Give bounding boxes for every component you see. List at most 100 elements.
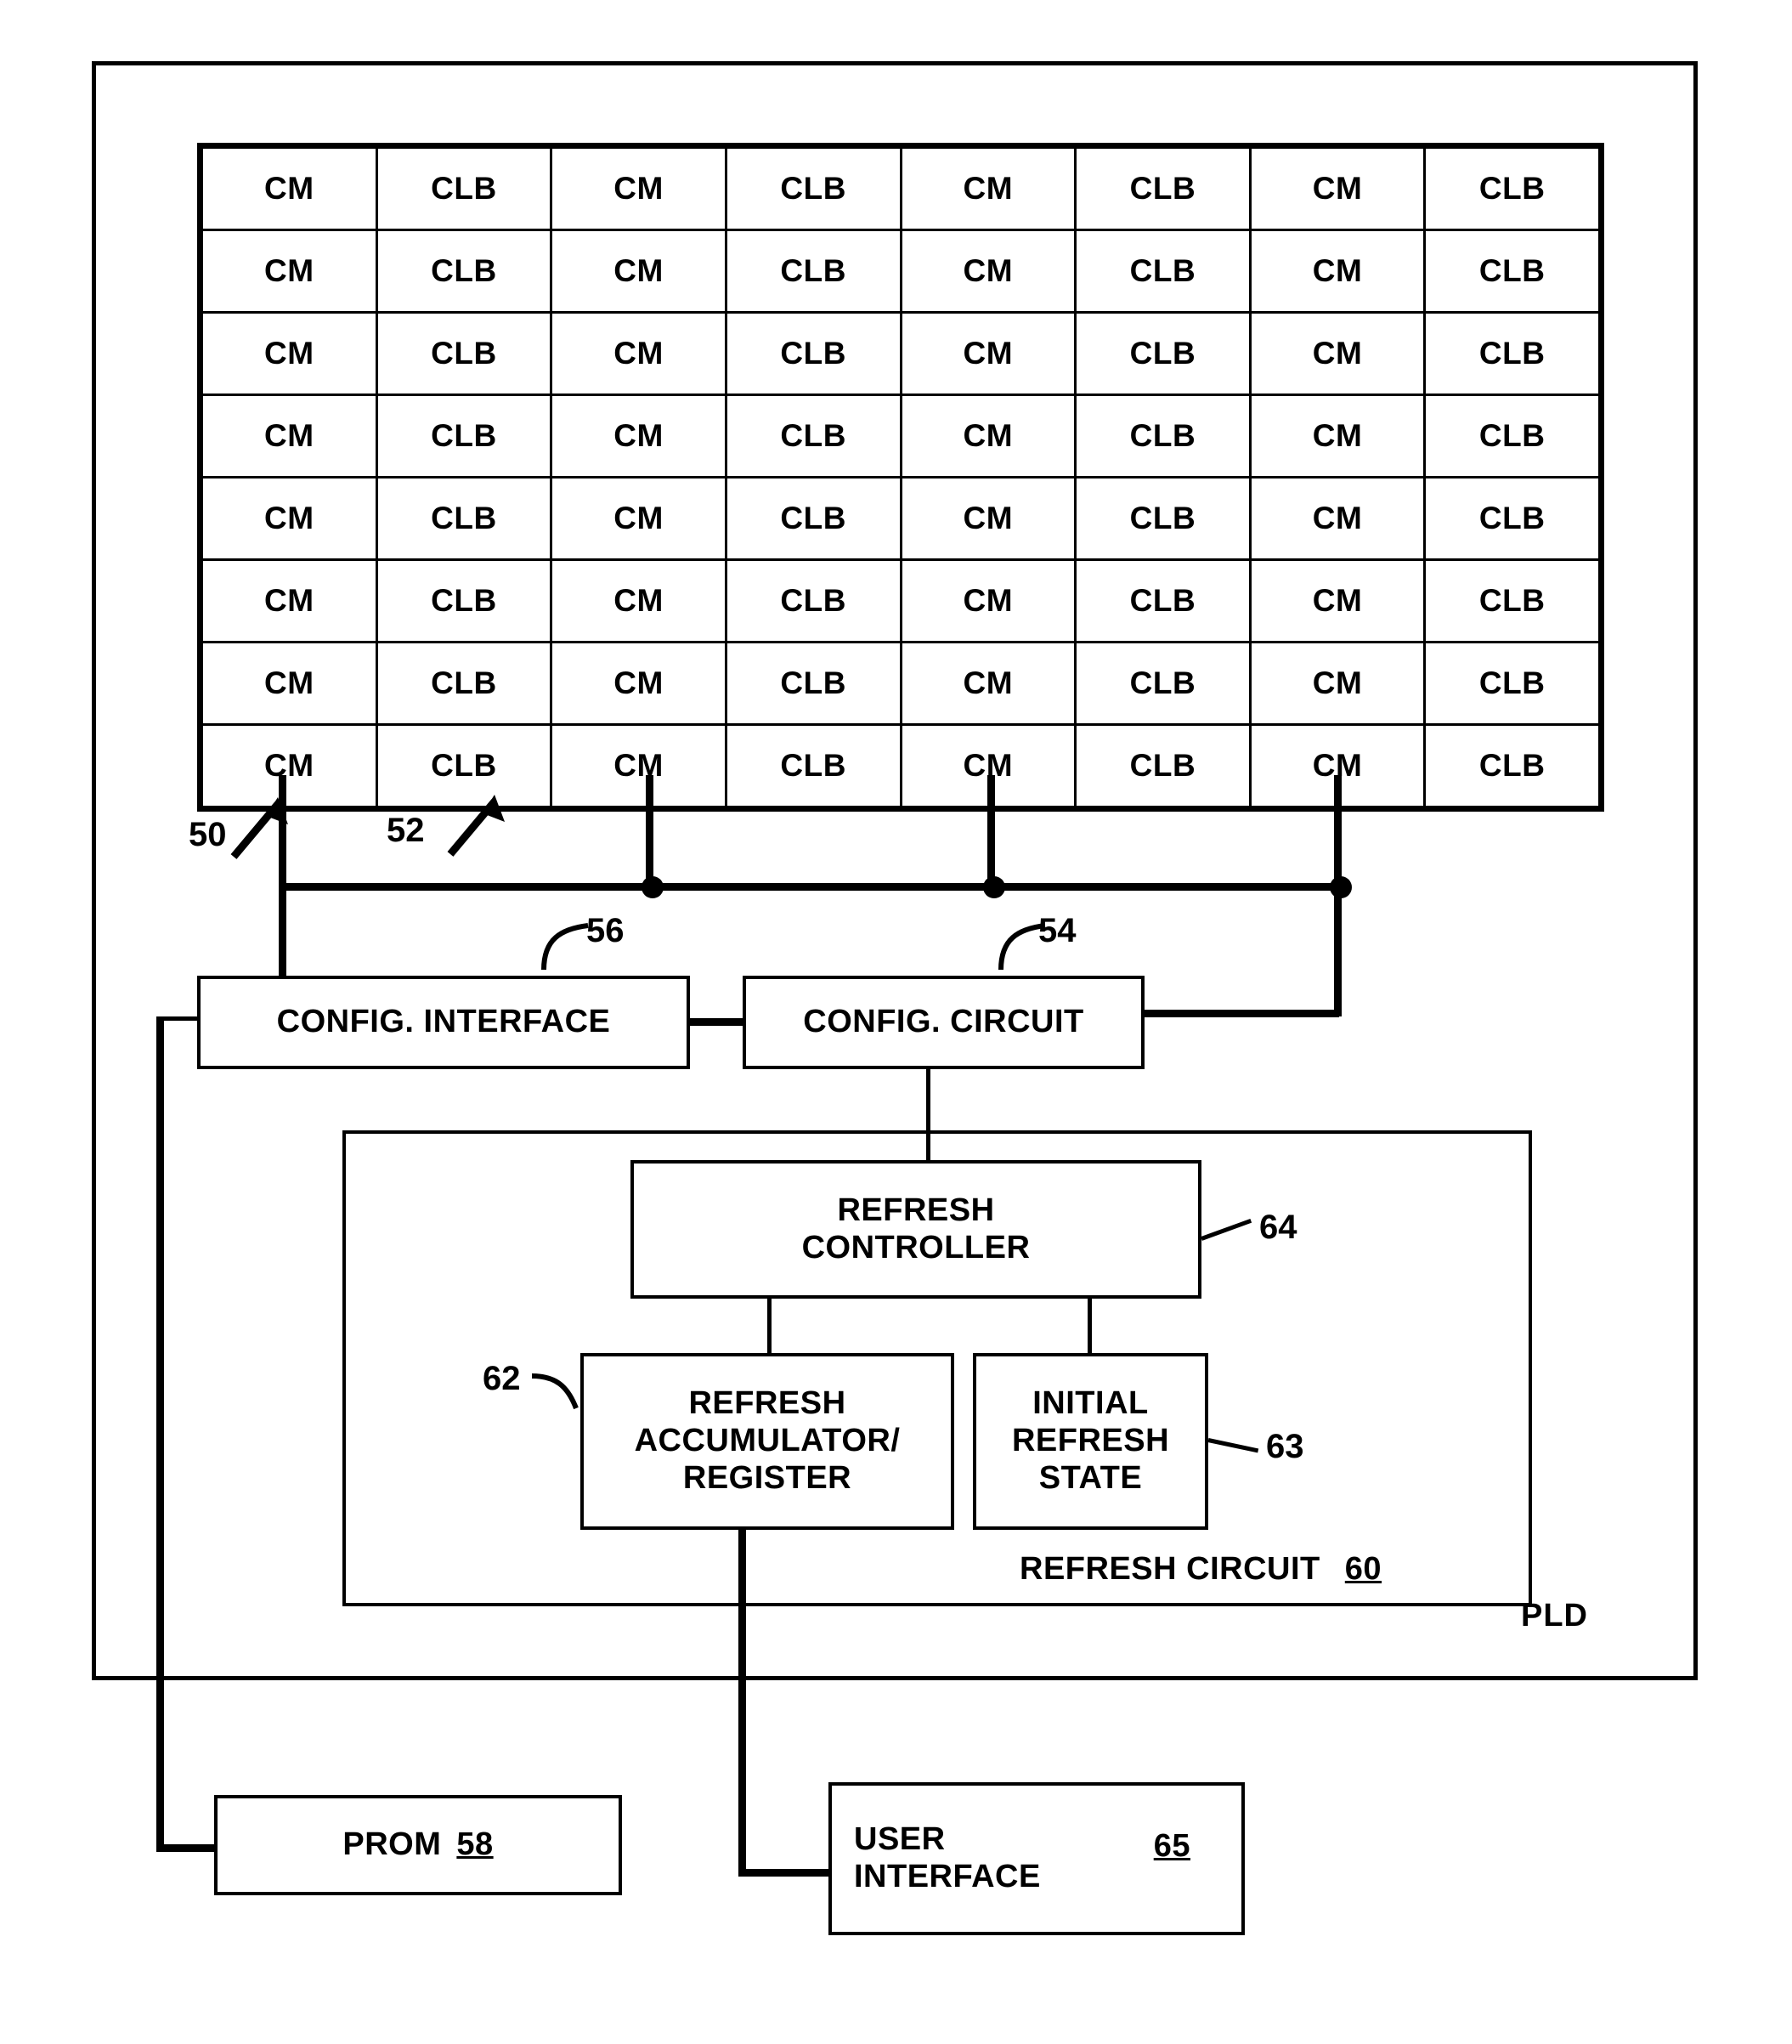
grid-cell: CLB <box>724 229 902 314</box>
ref-arrow-52 <box>447 795 505 857</box>
grid-table: CM CLB CM CLB CM CLB CM CLB CM CLB CM CL… <box>201 146 1601 808</box>
grid-cell: CM <box>550 723 727 808</box>
ref-numeral-56: 56 <box>586 912 625 949</box>
prom-horizontal-lead <box>156 1844 219 1852</box>
ref-numeral-50: 50 <box>189 816 227 853</box>
controller-to-accumulator-link <box>767 1299 772 1356</box>
refresh-accumulator-line3: REGISTER <box>682 1459 852 1496</box>
grid-cell: CLB <box>1074 394 1252 478</box>
prom-label: PROM <box>342 1826 442 1863</box>
grid-cell: CM <box>201 146 378 231</box>
grid-cell: CM <box>550 476 727 561</box>
grid-cell: CM <box>899 311 1077 396</box>
grid-cell: CLB <box>1423 394 1601 478</box>
logic-block-grid: CM CLB CM CLB CM CLB CM CLB CM CLB CM CL… <box>197 143 1604 812</box>
grid-cell: CM <box>201 229 378 314</box>
refresh-circuit-caption: REFRESH CIRCUIT 60 <box>1020 1551 1382 1588</box>
user-interface-block: USER INTERFACE 65 <box>828 1782 1245 1935</box>
refresh-accumulator-block: REFRESH ACCUMULATOR/ REGISTER <box>580 1353 954 1530</box>
figure-canvas: PLD CM CLB CM CLB CM CLB CM CLB CM CLB C… <box>0 0 1792 2044</box>
grid-cell: CLB <box>724 723 902 808</box>
grid-cell: CM <box>201 476 378 561</box>
prom-number: 58 <box>456 1826 494 1863</box>
config-interface-block: CONFIG. INTERFACE <box>197 976 690 1069</box>
grid-cell: CLB <box>375 394 553 478</box>
grid-cell: CLB <box>375 476 553 561</box>
grid-cell: CLB <box>1074 146 1252 231</box>
user-interface-number: 65 <box>1153 1828 1190 1864</box>
controller-to-initial-state-link <box>1088 1299 1092 1356</box>
refresh-accumulator-line1: REFRESH <box>688 1385 846 1422</box>
grid-cell: CLB <box>1074 641 1252 726</box>
grid-cell: CLB <box>1423 723 1601 808</box>
grid-cell: CM <box>899 229 1077 314</box>
grid-cell: CM <box>1248 558 1427 643</box>
grid-cell: CLB <box>1423 476 1601 561</box>
refresh-accumulator-line2: ACCUMULATOR/ <box>634 1423 901 1459</box>
ref-numeral-63: 63 <box>1266 1428 1304 1465</box>
bus-drop-4 <box>1334 775 1342 883</box>
grid-cell: CLB <box>1074 229 1252 314</box>
grid-cell: CLB <box>724 641 902 726</box>
table-row: CM CLB CM CLB CM CLB CM CLB <box>201 558 1601 643</box>
grid-cell: CM <box>1248 394 1427 478</box>
grid-cell: CLB <box>1423 558 1601 643</box>
initial-refresh-state-block: INITIAL REFRESH STATE <box>973 1353 1208 1530</box>
refresh-controller-block: REFRESH CONTROLLER <box>630 1160 1201 1299</box>
table-row: CM CLB CM CLB CM CLB CM CLB <box>201 146 1601 231</box>
grid-cell: CLB <box>724 558 902 643</box>
grid-cell: CM <box>201 394 378 478</box>
grid-cell: CLB <box>1074 723 1252 808</box>
config-circuit-right-lead <box>1140 1010 1339 1017</box>
table-row: CM CLB CM CLB CM CLB CM CLB <box>201 476 1601 561</box>
table-row: CM CLB CM CLB CM CLB CM CLB <box>201 641 1601 726</box>
user-interface-text-stack: USER INTERFACE <box>854 1821 1041 1895</box>
grid-cell: CM <box>1248 229 1427 314</box>
grid-cell: CLB <box>1423 146 1601 231</box>
bus-drop-3 <box>987 775 995 883</box>
refresh-circuit-number: 60 <box>1344 1551 1382 1587</box>
grid-cell: CM <box>1248 476 1427 561</box>
table-row: CM CLB CM CLB CM CLB CM CLB <box>201 229 1601 314</box>
interface-to-prom-lead <box>160 1016 201 1021</box>
grid-cell: CM <box>1248 641 1427 726</box>
grid-cell: CM <box>550 641 727 726</box>
grid-cell: CLB <box>375 311 553 396</box>
accumulator-to-user-interface-vertical <box>738 1530 746 1873</box>
grid-cell: CLB <box>1423 229 1601 314</box>
prom-block: PROM 58 <box>214 1795 622 1895</box>
grid-cell: CM <box>550 311 727 396</box>
grid-cell: CM <box>899 641 1077 726</box>
grid-cell: CLB <box>724 146 902 231</box>
grid-cell: CLB <box>375 641 553 726</box>
config-circuit-block: CONFIG. CIRCUIT <box>743 976 1145 1069</box>
refresh-circuit-label-text: REFRESH CIRCUIT <box>1020 1551 1320 1587</box>
grid-cell: CM <box>1248 146 1427 231</box>
ref-numeral-52: 52 <box>387 812 425 849</box>
initial-refresh-state-line1: INITIAL <box>1032 1385 1149 1422</box>
ref-arrow-50 <box>230 797 288 859</box>
grid-cell: CM <box>550 394 727 478</box>
ref-numeral-62: 62 <box>483 1360 521 1397</box>
table-row: CM CLB CM CLB CM CLB CM CLB <box>201 394 1601 478</box>
initial-refresh-state-line3: STATE <box>1038 1459 1143 1496</box>
prom-vertical-lead <box>156 1016 164 1849</box>
ref-numeral-64: 64 <box>1259 1209 1297 1246</box>
refresh-controller-line1: REFRESH <box>837 1192 995 1228</box>
bus-junction-dot <box>642 876 664 898</box>
grid-cell: CM <box>550 229 727 314</box>
grid-cell: CM <box>201 558 378 643</box>
accumulator-to-user-interface-horizontal <box>738 1869 832 1877</box>
ref-numeral-54: 54 <box>1038 912 1077 949</box>
grid-cell: CM <box>899 476 1077 561</box>
bus-drop-2 <box>646 775 653 883</box>
user-interface-line2: INTERFACE <box>854 1859 1041 1894</box>
ref-leader-62 <box>531 1373 579 1410</box>
grid-cell: CLB <box>1074 558 1252 643</box>
config-bus <box>279 883 1342 891</box>
grid-cell: CM <box>550 558 727 643</box>
grid-cell: CLB <box>375 558 553 643</box>
refresh-controller-line2: CONTROLLER <box>801 1229 1031 1265</box>
grid-cell: CLB <box>724 394 902 478</box>
initial-refresh-state-line2: REFRESH <box>1011 1423 1170 1459</box>
